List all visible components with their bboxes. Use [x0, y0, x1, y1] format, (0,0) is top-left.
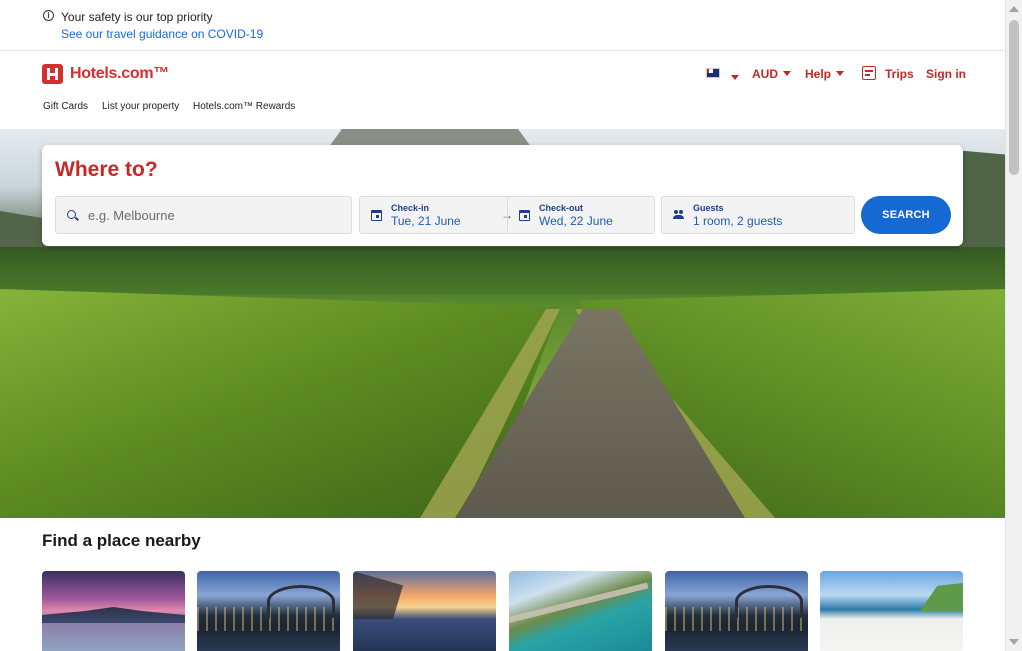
sign-in-link[interactable]: Sign in	[926, 67, 966, 81]
covid-guidance-link[interactable]: See our travel guidance on COVID-19	[61, 27, 263, 41]
image-detail	[353, 571, 404, 619]
dates-field[interactable]: Check-in Tue, 21 June → Check-out Wed, 2…	[359, 196, 655, 234]
harbour-bridge	[267, 585, 335, 618]
list-property-link[interactable]: List your property	[102, 101, 179, 112]
currency-selector[interactable]: AUD	[752, 67, 791, 81]
search-button[interactable]: SEARCH	[861, 196, 951, 234]
help-label: Help	[805, 67, 832, 81]
page: i Your safety is our top priority See ou…	[0, 0, 1005, 651]
destination-input[interactable]	[88, 197, 343, 233]
nearby-card-image[interactable]	[197, 571, 340, 651]
checkin-value: Tue, 21 June	[391, 214, 461, 228]
nearby-card-image[interactable]	[42, 571, 185, 651]
checkout-value: Wed, 22 June	[539, 214, 613, 228]
safety-banner: i Your safety is our top priority See ou…	[0, 0, 1005, 51]
image-detail	[920, 583, 963, 611]
search-icon	[67, 210, 76, 219]
hero-treeline	[0, 247, 1005, 295]
region-selector[interactable]	[726, 71, 739, 85]
nearby-card-image[interactable]	[509, 571, 652, 651]
chevron-down-icon	[836, 71, 845, 77]
guests-icon	[673, 210, 684, 220]
harbour-bridge	[735, 585, 803, 618]
scrollbar-thumb[interactable]	[1009, 20, 1019, 175]
checkin-label: Check-in	[391, 203, 430, 213]
hotels-logo-icon[interactable]	[42, 64, 63, 84]
date-divider	[507, 197, 508, 233]
scroll-down-icon[interactable]	[1009, 639, 1019, 645]
trips-icon[interactable]	[862, 66, 876, 80]
currency-label: AUD	[752, 67, 778, 81]
chevron-down-icon	[783, 71, 791, 77]
nearby-card-image[interactable]	[353, 571, 496, 651]
search-card: Where to? Check-in Tue, 21 June → Check-…	[42, 145, 963, 246]
calendar-icon	[519, 210, 530, 221]
gift-cards-link[interactable]: Gift Cards	[43, 101, 88, 112]
logo-text[interactable]: Hotels.com™	[70, 65, 169, 83]
rewards-link[interactable]: Hotels.com™ Rewards	[193, 101, 295, 112]
guests-value: 1 room, 2 guests	[693, 214, 783, 228]
info-icon: i	[43, 10, 54, 21]
safety-title: Your safety is our top priority	[61, 10, 213, 24]
image-detail	[509, 582, 649, 623]
calendar-icon	[371, 210, 382, 221]
destination-field[interactable]	[55, 196, 352, 234]
search-title: Where to?	[55, 158, 158, 181]
australia-flag-icon[interactable]	[706, 68, 720, 78]
nearby-card-image[interactable]	[665, 571, 808, 651]
nearby-title: Find a place nearby	[42, 531, 201, 550]
header: Hotels.com™ AUD Help Trips Sign in Gift …	[0, 51, 1005, 129]
help-menu[interactable]: Help	[805, 67, 845, 81]
trips-link[interactable]: Trips	[885, 67, 914, 81]
page-scrollbar[interactable]	[1005, 0, 1022, 651]
chevron-down-icon	[731, 75, 739, 81]
nearby-card-image[interactable]	[820, 571, 963, 651]
checkout-label: Check-out	[539, 203, 584, 213]
scroll-up-icon[interactable]	[1009, 6, 1019, 12]
guests-field[interactable]: Guests 1 room, 2 guests	[661, 196, 855, 234]
guests-label: Guests	[693, 203, 724, 213]
image-detail	[42, 607, 185, 623]
